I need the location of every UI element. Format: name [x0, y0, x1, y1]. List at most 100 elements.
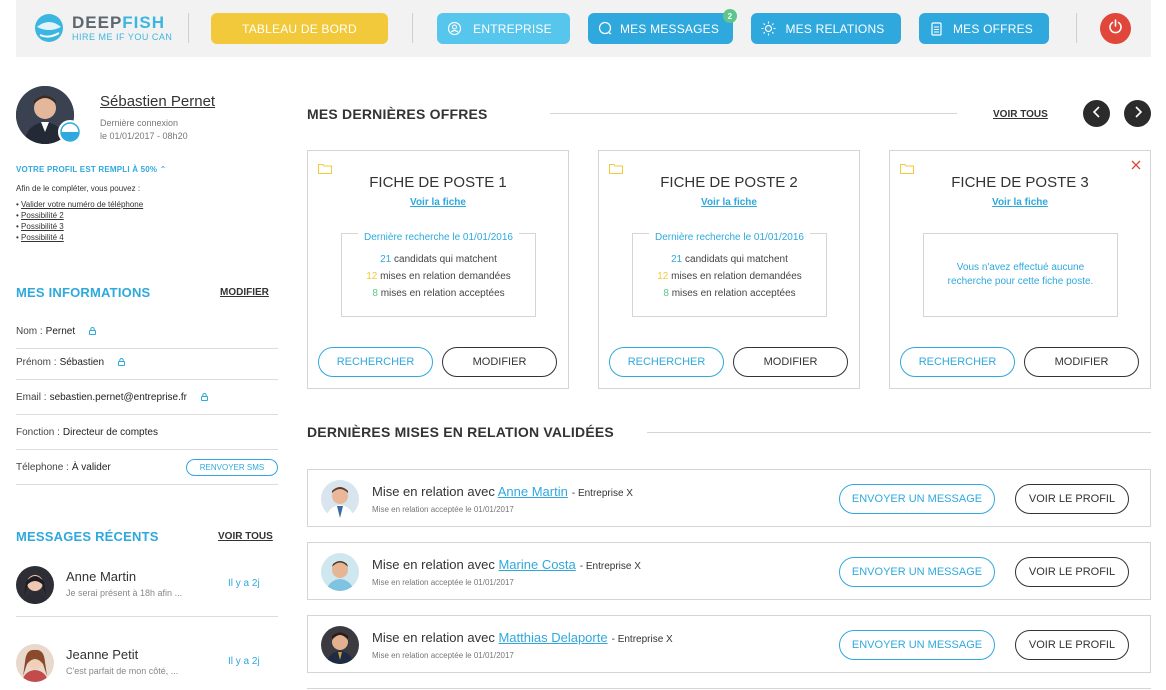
info-value: sebastien.pernet@entreprise.fr [49, 391, 188, 403]
prev-offers-button[interactable] [1083, 100, 1110, 127]
relation-prefix: Mise en relation avec [372, 557, 495, 572]
last-login: Dernière connexion le 01/01/2017 - 08h20 [100, 117, 188, 143]
nav-divider [412, 13, 413, 43]
list-item: • Possibilité 2 [16, 211, 64, 220]
edit-offer-button[interactable]: MODIFIER [733, 347, 848, 377]
brand-name-a: DEEP [72, 13, 123, 32]
nav-messages-button[interactable]: MES MESSAGES 2 [588, 9, 737, 44]
edit-info-link[interactable]: MODIFIER [220, 287, 269, 298]
stat-text: mises en relation acceptées [380, 288, 505, 299]
last-login-label: Dernière connexion [100, 118, 179, 128]
avatar [321, 626, 359, 664]
avatar [16, 644, 54, 682]
stat-text: mises en relation acceptées [671, 288, 796, 299]
stat-number: 8 [372, 288, 378, 299]
relation-company: - Entreprise X [571, 488, 633, 499]
see-all-offers-link[interactable]: VOIR TOUS [993, 109, 1048, 120]
nav-relations-label: MES RELATIONS [785, 21, 885, 36]
relation-accepted-date: Mise en relation acceptée le 01/01/2017 [372, 505, 514, 514]
relation-accepted-date: Mise en relation acceptée le 01/01/2017 [372, 578, 514, 587]
view-offer-link[interactable]: Voir la fiche [599, 197, 859, 208]
message-sender: Anne Martin [66, 569, 137, 584]
relation-person-link[interactable]: Marine Costa [498, 557, 575, 572]
info-value: Pernet [45, 325, 76, 337]
lock-icon [89, 327, 97, 335]
view-offer-link[interactable]: Voir la fiche [308, 197, 568, 208]
search-button[interactable]: RECHERCHER [609, 347, 724, 377]
send-message-button[interactable]: ENVOYER UN MESSAGE [839, 557, 995, 587]
nav-company-label: ENTREPRISE [473, 21, 552, 36]
chat-bubble-icon [598, 21, 613, 36]
possibility-link[interactable]: Possibilité 4 [21, 233, 64, 242]
send-message-button[interactable]: ENVOYER UN MESSAGE [839, 630, 995, 660]
clipboard-icon [929, 21, 944, 36]
last-search-label: Dernière recherche le 01/01/2016 [649, 232, 810, 243]
search-button[interactable]: RECHERCHER [318, 347, 433, 377]
nav-dashboard-label: TABLEAU DE BORD [242, 21, 357, 36]
view-profile-button[interactable]: VOIR LE PROFIL [1015, 557, 1129, 587]
top-navigation-bar: DEEPFISH HIRE ME IF YOU CAN TABLEAU DE B… [16, 0, 1151, 57]
relation-person-link[interactable]: Anne Martin [498, 484, 568, 499]
send-message-button[interactable]: ENVOYER UN MESSAGE [839, 484, 995, 514]
possibility-link[interactable]: Possibilité 2 [21, 211, 64, 220]
close-icon[interactable] [1130, 158, 1142, 170]
nav-divider [188, 13, 189, 43]
relation-accepted-date: Mise en relation acceptée le 01/01/2017 [372, 651, 514, 660]
info-row-lastname: Nom : Pernet [16, 314, 278, 349]
message-time: Il y a 2j [228, 578, 260, 589]
possibility-link[interactable]: Possibilité 3 [21, 222, 64, 231]
search-button[interactable]: RECHERCHER [900, 347, 1015, 377]
edit-offer-button[interactable]: MODIFIER [442, 347, 557, 377]
info-value: Sébastien [59, 356, 105, 368]
offer-title: FICHE DE POSTE 1 [369, 174, 507, 191]
stat-text: mises en relation demandées [380, 271, 511, 282]
user-name[interactable]: Sébastien Pernet [100, 93, 215, 110]
relation-row: Mise en relation avec Anne Martin - Entre… [307, 469, 1151, 527]
profile-completion-toggle[interactable]: VOTRE PROFIL EST REMPLI À 50% ⌃ [16, 165, 167, 174]
stat-matching: 21 candidats qui matchent [342, 254, 535, 265]
no-search-message: Vous n'avez effectué aucune recherche po… [923, 233, 1118, 317]
lightbulb-icon [761, 21, 776, 36]
nav-offers-button[interactable]: MES OFFRES [919, 13, 1049, 44]
avatar [16, 566, 54, 604]
deepfish-logo[interactable]: DEEPFISH HIRE ME IF YOU CAN [34, 13, 172, 43]
stat-number: 12 [657, 271, 669, 282]
stat-text: candidats qui matchent [394, 254, 497, 265]
info-label: Fonction : [16, 426, 60, 438]
logout-button[interactable] [1100, 13, 1131, 44]
info-label: Nom : [16, 325, 43, 337]
info-label: Email : [16, 391, 47, 403]
resend-sms-button[interactable]: RENVOYER SMS [186, 459, 278, 476]
see-all-messages-link[interactable]: VOIR TOUS [218, 531, 273, 542]
edit-offer-button[interactable]: MODIFIER [1024, 347, 1139, 377]
chevron-up-icon: ⌃ [159, 165, 167, 174]
folder-icon [318, 161, 332, 174]
avatar-status-icon [58, 120, 82, 144]
nav-relations-button[interactable]: MES RELATIONS [751, 13, 901, 44]
next-offers-button[interactable] [1124, 100, 1151, 127]
info-label: Télephone : [16, 461, 69, 473]
message-item[interactable]: Anne Martin Je serai présent à 18h afin … [16, 557, 278, 617]
message-item[interactable]: Jeanne Petit C'est parfait de mon côté, … [16, 635, 278, 690]
view-profile-button[interactable]: VOIR LE PROFIL [1015, 484, 1129, 514]
recent-messages-title: MESSAGES RÉCENTS [16, 529, 159, 544]
offer-card: FICHE DE POSTE 2 Voir la fiche Dernière … [598, 150, 860, 389]
view-offer-link[interactable]: Voir la fiche [890, 197, 1150, 208]
nav-company-button[interactable]: ENTREPRISE [437, 13, 570, 44]
relation-person-link[interactable]: Matthias Delaporte [498, 630, 607, 645]
nav-dashboard-button[interactable]: TABLEAU DE BORD [211, 13, 388, 44]
avatar [321, 553, 359, 591]
offer-stats-box: Dernière recherche le 01/01/2016 21 cand… [341, 232, 536, 317]
possibility-link[interactable]: Valider votre numéro de téléphone [21, 200, 143, 209]
view-profile-button[interactable]: VOIR LE PROFIL [1015, 630, 1129, 660]
my-info-title: MES INFORMATIONS [16, 285, 151, 300]
info-row-email: Email : sebastien.pernet@entreprise.fr [16, 380, 278, 415]
relation-prefix: Mise en relation avec [372, 484, 495, 499]
profile-possibility-list: • Valider votre numéro de téléphone • Po… [16, 199, 143, 243]
message-snippet: C'est parfait de mon côté, ... [66, 666, 179, 676]
folder-icon [609, 161, 623, 174]
section-divider [307, 688, 1151, 689]
stat-text: mises en relation demandées [671, 271, 802, 282]
brand-name-b: FISH [122, 13, 166, 32]
relation-row: Mise en relation avec Marine Costa - Entr… [307, 542, 1151, 600]
